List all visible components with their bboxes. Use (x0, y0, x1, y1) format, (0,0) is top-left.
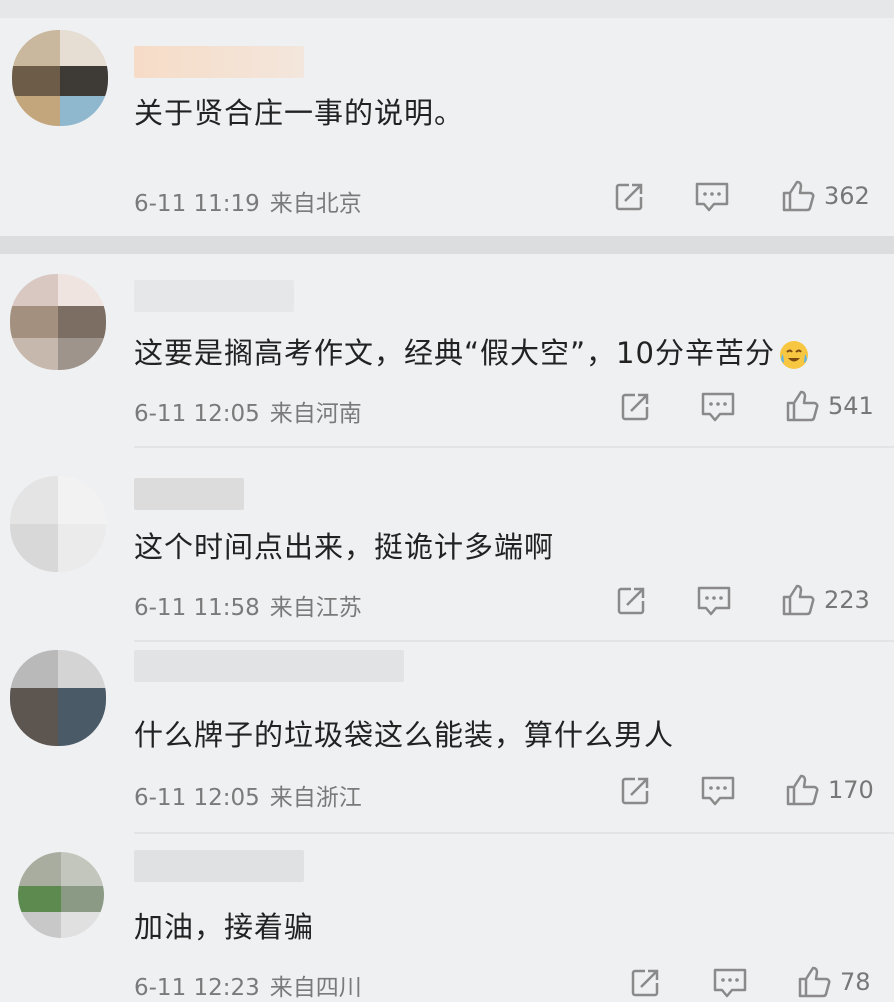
comment-meta: 6-11 12:05 来自浙江 (134, 778, 362, 812)
comment-meta: 6-11 11:19 来自北京 (134, 184, 362, 218)
comment-location: 来自浙江 (269, 785, 362, 811)
reply-button[interactable] (696, 584, 732, 618)
share-button[interactable] (618, 390, 652, 424)
comment-text: 这个时间点出来，挺诡计多端啊 (134, 530, 555, 564)
reply-button[interactable] (694, 180, 730, 214)
username-blurred[interactable] (134, 850, 304, 882)
like-count: 362 (824, 182, 870, 210)
reply-button[interactable] (700, 774, 736, 808)
like-count: 78 (840, 968, 871, 996)
thumbs-up-icon (782, 584, 815, 616)
share-icon (615, 183, 643, 211)
comment-location: 来自北京 (269, 191, 362, 217)
comment-date: 6-11 12:05 (134, 401, 260, 427)
comment-item: 这个时间点出来，挺诡计多端啊 6-11 11:58 来自江苏 223 (0, 448, 894, 648)
avatar[interactable] (18, 852, 104, 938)
username-blurred[interactable] (134, 46, 304, 78)
comment-date: 6-11 11:19 (134, 191, 260, 217)
section-divider (0, 236, 894, 254)
like-button[interactable]: 78 (796, 964, 871, 1000)
crying-laughing-emoji (779, 341, 808, 369)
comment-icon (701, 776, 735, 806)
comment-item: 这要是搁高考作文，经典“假大空”，10分辛苦分 6-11 12:05 来自河南 5… (0, 254, 894, 454)
comment-item: 关于贤合庄一事的说明。 6-11 11:19 来自北京 362 (0, 0, 894, 217)
like-count: 541 (828, 392, 874, 420)
comment-text: 什么牌子的垃圾袋这么能装，算什么男人 (134, 718, 675, 752)
comment-date: 6-11 12:05 (134, 785, 260, 811)
like-count: 170 (828, 776, 874, 804)
comment-item: 什么牌子的垃圾袋这么能装，算什么男人 6-11 12:05 来自浙江 170 (0, 642, 894, 842)
like-count: 223 (824, 586, 870, 614)
reply-button[interactable] (712, 966, 748, 1000)
thumbs-up-icon (786, 390, 819, 422)
avatar[interactable] (12, 30, 108, 126)
share-icon (617, 587, 645, 615)
username-blurred[interactable] (134, 650, 404, 682)
thumbs-up-icon (798, 966, 831, 998)
comment-text: 这要是搁高考作文，经典“假大空”，10分辛苦分 (134, 330, 811, 372)
avatar[interactable] (10, 274, 106, 370)
comment-meta: 6-11 12:05 来自河南 (134, 394, 362, 428)
comment-icon (695, 182, 729, 212)
username-blurred[interactable] (134, 280, 294, 312)
comment-date: 6-11 11:58 (134, 595, 260, 621)
like-button[interactable]: 170 (784, 772, 874, 808)
share-icon (621, 777, 649, 805)
comment-item: 加油，接着骗 6-11 12:23 来自四川 78 (0, 834, 894, 1002)
like-button[interactable]: 223 (780, 582, 870, 618)
share-icon (621, 393, 649, 421)
comment-text-content: 这要是搁高考作文，经典“假大空”，10分辛苦分 (134, 336, 775, 370)
comment-meta: 6-11 12:23 来自四川 (134, 968, 362, 1002)
comment-date: 6-11 12:23 (134, 975, 260, 1001)
comment-location: 来自四川 (269, 975, 362, 1001)
thumbs-up-icon (782, 180, 815, 212)
like-button[interactable]: 362 (780, 178, 870, 214)
comment-icon (713, 968, 747, 998)
comment-text: 加油，接着骗 (134, 910, 315, 944)
share-button[interactable] (614, 584, 648, 618)
share-button[interactable] (618, 774, 652, 808)
comment-icon (701, 392, 735, 422)
share-icon (631, 969, 659, 997)
share-button[interactable] (628, 966, 662, 1000)
comment-meta: 6-11 11:58 来自江苏 (134, 588, 362, 622)
username-blurred[interactable] (134, 478, 244, 510)
comment-feed: 关于贤合庄一事的说明。 6-11 11:19 来自北京 362 这要是搁高考作文，… (0, 0, 894, 1002)
like-button[interactable]: 541 (784, 388, 874, 424)
reply-button[interactable] (700, 390, 736, 424)
comment-location: 来自河南 (269, 401, 362, 427)
comment-text: 关于贤合庄一事的说明。 (134, 96, 465, 130)
comment-location: 来自江苏 (269, 595, 362, 621)
share-button[interactable] (612, 180, 646, 214)
thumbs-up-icon (786, 774, 819, 806)
avatar[interactable] (10, 476, 106, 572)
comment-icon (697, 586, 731, 616)
avatar[interactable] (10, 650, 106, 746)
